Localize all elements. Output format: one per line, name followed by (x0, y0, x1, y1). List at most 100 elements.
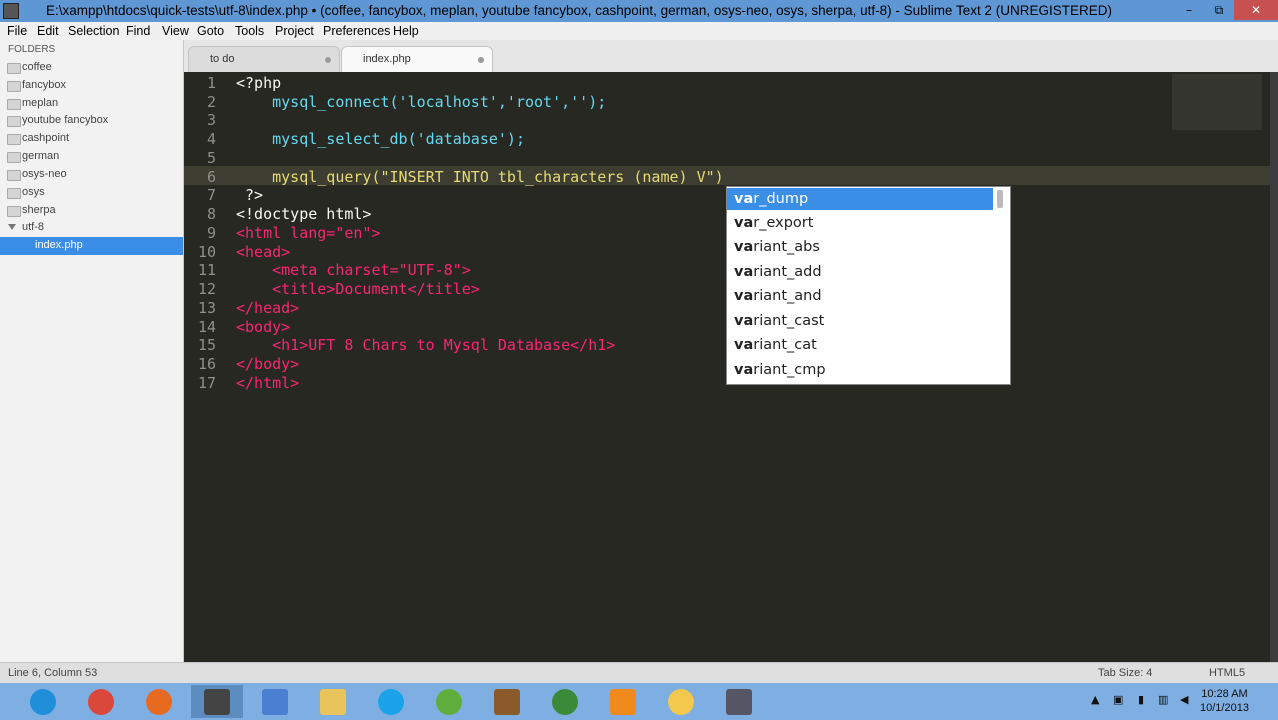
autocomplete-item[interactable]: var_dump (727, 188, 993, 210)
sidebar-folder-fancybox[interactable]: fancybox (0, 77, 183, 95)
status-bar: Line 6, Column 53 Tab Size: 4 HTML5 (0, 662, 1278, 684)
clock-date: 10/1/2013 (1200, 702, 1249, 714)
tab-label: index.php (363, 53, 411, 65)
sidebar-item-label: coffee (22, 61, 52, 73)
paint-icon[interactable] (249, 685, 301, 718)
tab-label: to do (210, 53, 235, 65)
chat-icon[interactable] (655, 685, 707, 718)
menu-tools[interactable]: Tools (235, 24, 264, 38)
tab-to-do[interactable]: to do (188, 46, 340, 73)
vlc-icon[interactable] (597, 685, 649, 718)
window-titlebar: E:\xampp\htdocs\quick-tests\utf-8\index.… (0, 0, 1278, 22)
sidebar-item-label: osys (22, 186, 45, 198)
sidebar-folder-cashpoint[interactable]: cashpoint (0, 130, 183, 148)
code-line: mysql_select_db('database'); (236, 130, 525, 148)
syntax-indicator[interactable]: HTML5 (1209, 667, 1245, 679)
autocomplete-item[interactable]: variant_abs (727, 236, 993, 258)
line-number: 16 (197, 355, 216, 373)
line-number: 17 (197, 374, 216, 392)
close-button[interactable]: ✕ (1234, 0, 1278, 20)
code-line: ?> (236, 186, 264, 204)
folder-icon (7, 116, 21, 127)
menu-selection[interactable]: Selection (68, 24, 119, 38)
signal-icon[interactable]: ▥ (1158, 693, 1168, 706)
sidebar-folder-youtube-fancybox[interactable]: youtube fancybox (0, 112, 183, 130)
minimize-button[interactable]: – (1174, 0, 1204, 20)
autocomplete-item[interactable]: variant_cat (727, 334, 993, 356)
code-line: <?php (236, 74, 282, 92)
menu-file[interactable]: File (7, 24, 27, 38)
line-number: 6 (206, 168, 216, 186)
line-number: 11 (197, 261, 216, 279)
folder-icon (7, 152, 21, 163)
tab-close-icon[interactable] (325, 57, 331, 63)
line-number: 4 (206, 130, 216, 148)
file-explorer-icon[interactable] (307, 685, 359, 718)
sidebar-folder-sherpa[interactable]: sherpa (0, 202, 183, 220)
line-number: 1 (206, 74, 216, 92)
line-number: 8 (206, 205, 216, 223)
menu-goto[interactable]: Goto (197, 24, 224, 38)
sidebar: FOLDERS coffee fancybox meplan youtube f… (0, 40, 184, 662)
sidebar-folder-utf-8[interactable]: utf-8 (0, 219, 183, 237)
line-number: 13 (197, 299, 216, 317)
sidebar-folder-meplan[interactable]: meplan (0, 95, 183, 113)
show-hidden-icons-icon[interactable]: ▲ (1091, 693, 1099, 706)
autocomplete-item[interactable]: variant_cmp (727, 359, 993, 381)
autocomplete-item[interactable]: variant_cast (727, 310, 993, 332)
code-line: <body> (236, 318, 291, 336)
network-icon[interactable]: ▣ (1113, 693, 1123, 706)
autocomplete-item[interactable]: var_export (727, 212, 993, 234)
tab-index-php[interactable]: index.php (341, 46, 493, 73)
tab-size-indicator[interactable]: Tab Size: 4 (1098, 667, 1152, 679)
editor-scrollbar[interactable] (1270, 72, 1278, 662)
film-icon[interactable] (481, 685, 533, 718)
tab-bar: to do index.php (184, 40, 1278, 73)
autocomplete-scrollbar[interactable] (997, 190, 1003, 208)
internet-explorer-icon[interactable] (17, 685, 69, 718)
line-number: 3 (206, 111, 216, 129)
menu-view[interactable]: View (162, 24, 189, 38)
skype-icon[interactable] (365, 685, 417, 718)
menu-preferences[interactable]: Preferences (323, 24, 390, 38)
game-icon[interactable] (713, 685, 765, 718)
sidebar-folder-osys-neo[interactable]: osys-neo (0, 166, 183, 184)
sidebar-item-label: german (22, 150, 60, 162)
autocomplete-popup: var_dump var_export variant_abs variant_… (726, 186, 1011, 385)
line-number: 7 (206, 186, 216, 204)
chrome-icon[interactable] (75, 685, 127, 718)
code-line: </body> (236, 355, 300, 373)
folder-icon (7, 81, 21, 92)
menu-find[interactable]: Find (126, 24, 150, 38)
code-line: <head> (236, 243, 291, 261)
media-player-icon[interactable] (423, 685, 475, 718)
minimap[interactable] (1172, 74, 1262, 130)
volume-icon[interactable]: ◀ (1180, 693, 1188, 706)
sidebar-folder-german[interactable]: german (0, 148, 183, 166)
system-clock[interactable]: 10:28 AM 10/1/2013 (1200, 687, 1249, 715)
expanded-arrow-icon[interactable] (8, 224, 16, 230)
network-globe-icon[interactable] (539, 685, 591, 718)
line-number: 2 (206, 93, 216, 111)
menu-project[interactable]: Project (275, 24, 314, 38)
sidebar-file-index-php[interactable]: index.php (0, 237, 183, 255)
autocomplete-item[interactable]: variant_add (727, 261, 993, 283)
code-line: </html> (236, 374, 300, 392)
sidebar-folder-osys[interactable]: osys (0, 184, 183, 202)
sublime-text-icon[interactable] (191, 685, 243, 718)
autocomplete-item[interactable]: variant_and (727, 285, 993, 307)
folder-icon (7, 63, 21, 74)
code-line: <!doctype html> (236, 205, 372, 223)
folder-icon (7, 206, 21, 217)
sidebar-item-label: cashpoint (22, 132, 70, 144)
menu-edit[interactable]: Edit (37, 24, 59, 38)
tab-close-icon[interactable] (478, 57, 484, 63)
sidebar-item-label: sherpa (22, 204, 56, 216)
folder-icon (7, 99, 21, 110)
menu-help[interactable]: Help (393, 24, 419, 38)
maximize-button[interactable]: ⧉ (1204, 0, 1234, 20)
battery-icon[interactable]: ▮ (1138, 693, 1144, 706)
firefox-icon[interactable] (133, 685, 185, 718)
windows-taskbar: ▲ ▣ ▮ ▥ ◀ 10:28 AM 10/1/2013 (0, 683, 1278, 720)
sidebar-folder-coffee[interactable]: coffee (0, 59, 183, 77)
